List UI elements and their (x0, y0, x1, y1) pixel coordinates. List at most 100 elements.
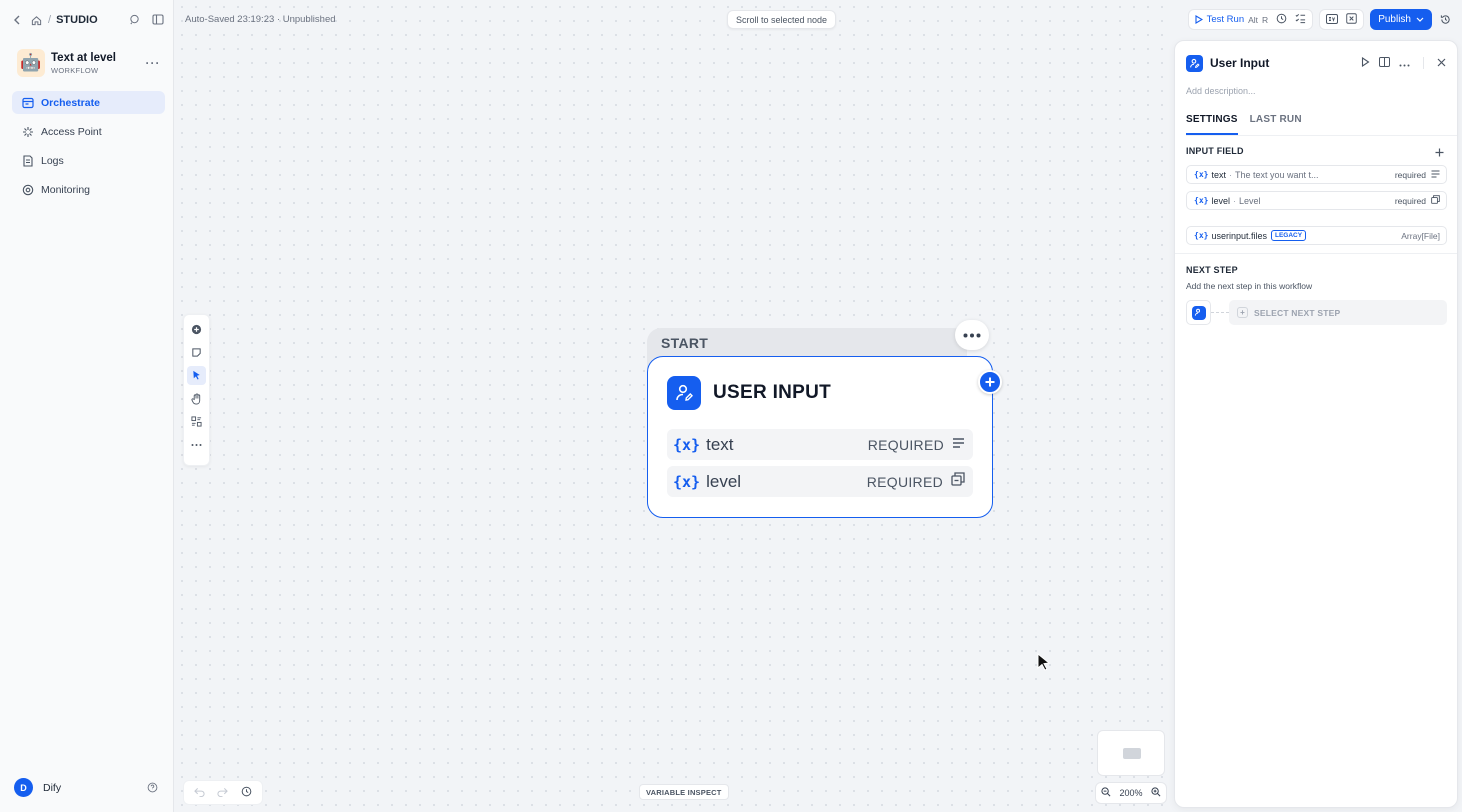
redo-icon[interactable] (217, 784, 229, 802)
history-tools (183, 780, 263, 805)
close-icon[interactable] (1437, 54, 1446, 72)
run-step-icon[interactable] (1361, 54, 1370, 72)
scroll-to-selected-button[interactable]: Scroll to selected node (727, 10, 837, 29)
tab-last-run[interactable]: LAST RUN (1250, 114, 1302, 135)
sidebar-item-access-point[interactable]: Access Point (12, 120, 165, 143)
chat-search-icon[interactable] (127, 12, 141, 26)
panel-title[interactable]: User Input (1210, 56, 1361, 70)
field-separator: · (1228, 169, 1232, 180)
node-variable-level: {x} level REQUIRED (667, 466, 973, 497)
breadcrumb-studio[interactable]: STUDIO (56, 14, 98, 26)
split-view-icon[interactable] (1379, 54, 1390, 72)
sidebar-toggle-icon[interactable] (151, 12, 165, 26)
env-variables-icon[interactable] (1326, 11, 1339, 29)
more-icon[interactable]: ··· (145, 56, 161, 70)
sidebar-item-label: Access Point (41, 125, 102, 138)
avatar: D (14, 778, 33, 797)
node-more-button[interactable] (955, 320, 989, 350)
variable-name: level (706, 471, 742, 491)
organize-icon[interactable] (187, 412, 206, 431)
select-next-step-button[interactable]: + SELECT NEXT STEP (1229, 300, 1447, 325)
sidebar-item-label: Monitoring (41, 183, 91, 196)
user-input-node-card[interactable]: USER INPUT {x} text REQUIRED {x} level R… (647, 356, 993, 518)
workflow-canvas[interactable]: Auto-Saved 23:19:23 · Unpublished Scroll… (175, 0, 1172, 812)
variable-inspect-button[interactable]: VARIABLE INSPECT (639, 784, 729, 800)
divider (1175, 253, 1457, 254)
divider (1423, 57, 1424, 69)
add-next-node-button[interactable] (978, 370, 1002, 394)
panel-header: User Input (1186, 54, 1446, 72)
node-settings-panel: User Input Add description... SETTINGS L… (1174, 40, 1458, 808)
zoom-control: 200% (1095, 782, 1167, 804)
node-tab-label: START (661, 335, 709, 351)
select-icon (951, 472, 965, 491)
undo-icon[interactable] (194, 784, 205, 802)
field-name: level (1211, 195, 1230, 206)
help-icon[interactable] (145, 781, 159, 795)
test-run-label: Test Run (1206, 14, 1245, 25)
minimap[interactable] (1097, 730, 1165, 776)
sidebar-item-monitoring[interactable]: Monitoring (12, 178, 165, 201)
variable-icon: {x} (1194, 231, 1209, 240)
required-label: REQUIRED (867, 436, 944, 453)
header-actions: Test Run Alt R Publish (1187, 9, 1452, 30)
variable-icon: {x} (673, 472, 701, 491)
monitoring-icon (22, 184, 34, 196)
mouse-cursor-icon (1037, 652, 1051, 676)
user-account[interactable]: D Dify (14, 778, 159, 797)
app-meta: Text at level WORKFLOW (51, 52, 145, 75)
sidebar-item-label: Orchestrate (41, 96, 100, 109)
variable-name: text (706, 434, 734, 454)
input-field-text[interactable]: {x} text · The text you want t... requir… (1186, 165, 1447, 184)
zoom-level[interactable]: 200% (1119, 788, 1142, 798)
user-input-icon (1191, 305, 1206, 320)
test-run-button[interactable]: Test Run Alt R (1195, 14, 1269, 25)
more-icon[interactable] (187, 435, 206, 454)
breadcrumb-separator: / (48, 14, 52, 26)
description-input[interactable]: Add description... (1186, 86, 1256, 96)
sidebar-item-logs[interactable]: Logs (12, 149, 165, 172)
pointer-icon[interactable] (187, 366, 206, 385)
add-note-icon[interactable] (187, 343, 206, 362)
sidebar-item-orchestrate[interactable]: Orchestrate (12, 91, 165, 114)
variable-icon: {x} (673, 435, 701, 454)
user-name: Dify (43, 781, 62, 794)
more-icon[interactable] (1399, 54, 1410, 72)
panel-actions (1361, 54, 1446, 72)
history-icon[interactable] (241, 784, 252, 802)
panel-tabs: SETTINGS LAST RUN (1186, 114, 1457, 136)
user-input-icon (667, 376, 701, 410)
plus-icon: + (1237, 307, 1248, 318)
tab-settings[interactable]: SETTINGS (1186, 114, 1238, 135)
sidebar-top-actions (127, 12, 165, 26)
publish-button[interactable]: Publish (1370, 9, 1432, 30)
app-card[interactable]: 🤖 Text at level WORKFLOW ··· (17, 48, 161, 78)
user-input-icon (1186, 54, 1203, 72)
legacy-badge: LEGACY (1270, 230, 1307, 241)
shortcut-key: R (1262, 14, 1269, 25)
checklist-icon[interactable] (1295, 11, 1306, 29)
node-title: USER INPUT (713, 382, 832, 403)
home-icon[interactable] (29, 13, 43, 27)
start-node[interactable]: START USER INPUT {x} text REQUIRED {x} l… (647, 320, 1002, 518)
access-point-icon (22, 126, 34, 138)
sidebar-nav: Orchestrate Access Point Logs Monitoring (12, 91, 165, 207)
version-history-icon[interactable] (1438, 13, 1452, 27)
orchestrate-icon (22, 97, 34, 109)
field-required: required (1394, 169, 1426, 180)
add-node-icon[interactable] (187, 320, 206, 339)
field-label: The text you want t... (1234, 169, 1319, 180)
hand-icon[interactable] (187, 389, 206, 408)
connector-line (1211, 312, 1229, 313)
input-field-level[interactable]: {x} level · Level required (1186, 191, 1447, 210)
add-field-icon[interactable] (1435, 144, 1444, 162)
conversation-variables-icon[interactable] (1346, 11, 1357, 29)
chevron-down-icon (1416, 17, 1424, 22)
zoom-out-icon[interactable] (1101, 787, 1111, 799)
zoom-in-icon[interactable] (1151, 787, 1161, 799)
logs-icon (22, 154, 34, 167)
node-variable-text: {x} text REQUIRED (667, 429, 973, 460)
run-history-icon[interactable] (1276, 11, 1287, 29)
chevron-left-icon[interactable] (10, 13, 24, 27)
publish-label: Publish (1378, 14, 1411, 25)
